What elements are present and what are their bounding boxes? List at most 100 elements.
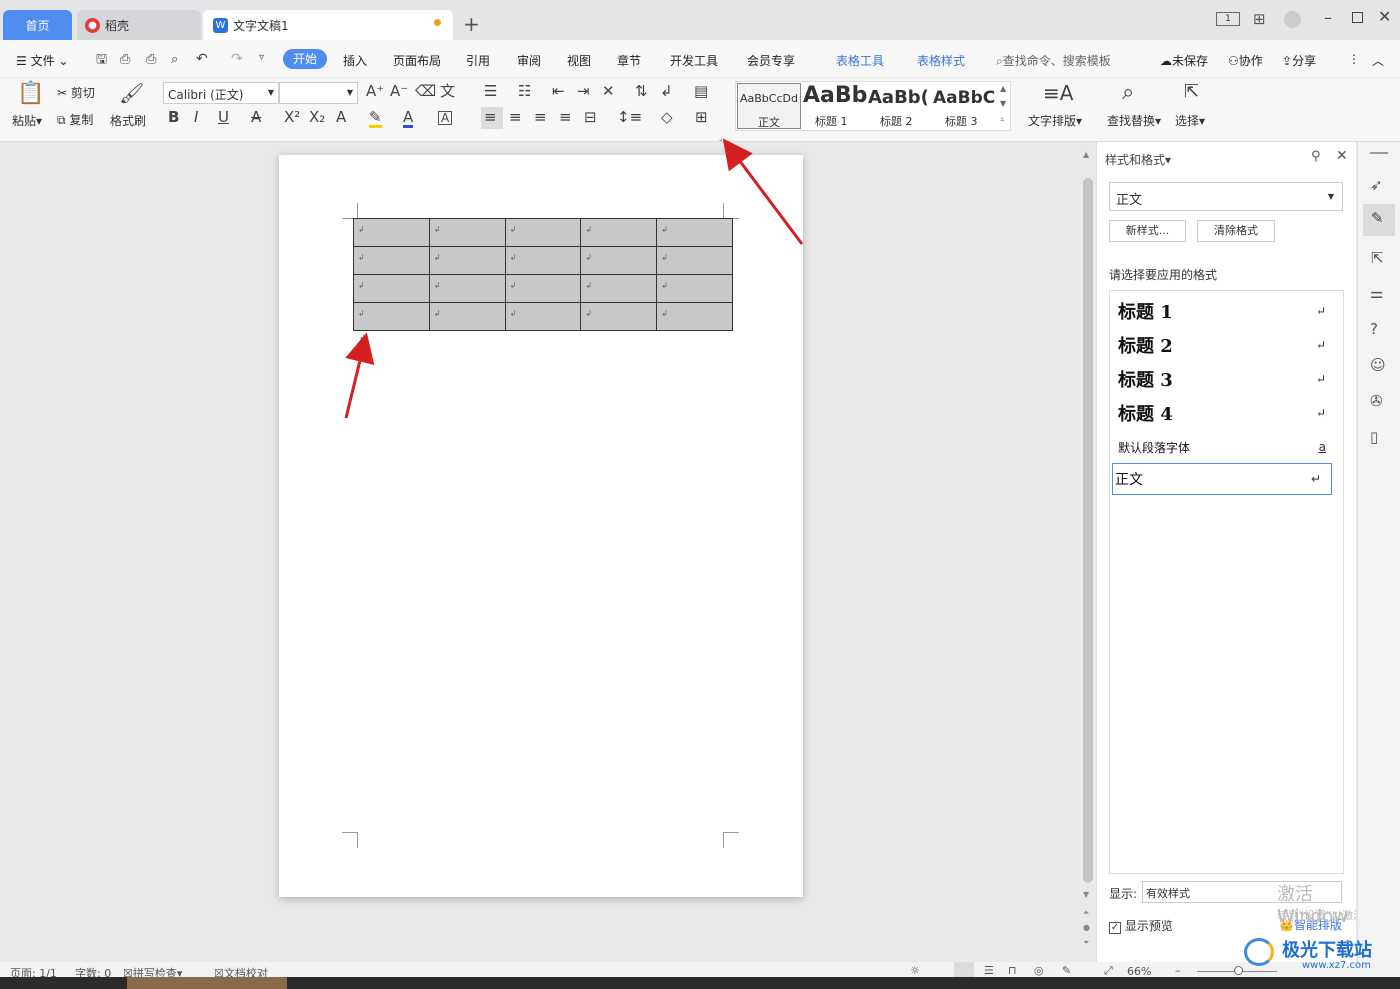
- decrease-font-icon[interactable]: A⁻: [390, 84, 408, 99]
- borders-icon[interactable]: ⊞: [695, 110, 708, 125]
- style-item-heading4[interactable]: 标题 4 ↵: [1116, 396, 1336, 430]
- document-table[interactable]: ↲ ↲ ↲ ↲ ↲ ↲ ↲ ↲ ↲ ↲ ↲ ↲ ↲ ↲ ↲ ↲ ↲ ↲ ↲ ↲: [353, 218, 733, 331]
- find-replace-button[interactable]: 查找替换▾: [1107, 112, 1161, 129]
- style-heading3-tile[interactable]: AaBbC 标题 3: [933, 83, 997, 129]
- format-painter-icon[interactable]: 🖌: [119, 83, 144, 103]
- tab-home[interactable]: 首页: [3, 10, 72, 40]
- menu-tab-view[interactable]: 视图: [567, 52, 591, 69]
- redo-icon[interactable]: ↷: [231, 52, 243, 66]
- preview-checkbox[interactable]: ✓ 显示预览: [1109, 917, 1173, 934]
- highlight-icon[interactable]: ✎: [369, 110, 382, 128]
- export-pdf-icon[interactable]: ⎙: [120, 53, 130, 66]
- customize-toolbar-icon[interactable]: ▿: [259, 53, 264, 63]
- menu-tab-member[interactable]: 会员专享: [747, 52, 795, 69]
- adjust-icon[interactable]: ⚌: [1370, 284, 1383, 302]
- font-name-select[interactable]: Calibri (正文) ▼: [163, 82, 279, 104]
- select-cursor-icon[interactable]: ⇱: [1184, 83, 1199, 101]
- bullet-list-icon[interactable]: ☰: [484, 84, 497, 99]
- tab-document[interactable]: W 文字文稿1: [203, 10, 453, 40]
- fit-page-icon[interactable]: ⤢: [1104, 964, 1113, 978]
- style-item-heading3[interactable]: 标题 3 ↵: [1116, 362, 1336, 396]
- menu-tab-table-tools[interactable]: 表格工具: [836, 52, 884, 69]
- font-color-icon[interactable]: A: [403, 110, 414, 128]
- unsaved-status-button[interactable]: ☁未保存: [1160, 52, 1208, 69]
- scrollbar-thumb[interactable]: [1083, 178, 1093, 883]
- underline-icon[interactable]: U: [218, 110, 229, 125]
- table-cell[interactable]: ↲: [656, 246, 733, 275]
- increase-font-icon[interactable]: A⁺: [366, 84, 384, 99]
- undo-icon[interactable]: ↶: [196, 52, 208, 66]
- find-replace-icon[interactable]: ⌕: [1122, 82, 1134, 104]
- phonetic-guide-icon[interactable]: 文: [440, 84, 455, 99]
- menu-tab-review[interactable]: 审阅: [517, 52, 541, 69]
- new-style-button[interactable]: 新样式...: [1109, 220, 1186, 242]
- command-search[interactable]: ⌕查找命令、搜索模板: [996, 52, 1111, 69]
- style-item-normal[interactable]: 正文 ↵: [1112, 463, 1332, 495]
- justify-icon[interactable]: ≡: [559, 110, 572, 125]
- bold-icon[interactable]: B: [168, 110, 179, 125]
- sort-icon[interactable]: ⇅: [635, 84, 648, 99]
- shading-icon[interactable]: ◇: [661, 110, 673, 125]
- menu-tab-insert[interactable]: 插入: [343, 52, 367, 69]
- decrease-indent-icon[interactable]: ⇤: [552, 84, 565, 99]
- table-cell[interactable]: ↲: [353, 246, 430, 275]
- clear-formatting-icon[interactable]: ⌫: [415, 84, 436, 99]
- align-center-icon[interactable]: ≡: [509, 110, 522, 125]
- table-cell[interactable]: ↲: [504, 218, 582, 247]
- menu-tab-references[interactable]: 引用: [466, 52, 490, 69]
- tab-daoke[interactable]: ● 稻壳: [77, 10, 201, 40]
- collapse-ribbon-icon[interactable]: ︿: [1372, 52, 1384, 69]
- zoom-slider-thumb[interactable]: [1234, 966, 1243, 975]
- menu-tab-page-layout[interactable]: 页面布局: [393, 52, 441, 69]
- line-spacing-icon[interactable]: ↕≡: [617, 110, 642, 125]
- close-panel-icon[interactable]: ✕: [1336, 148, 1348, 164]
- clear-format-button[interactable]: 清除格式: [1197, 220, 1275, 242]
- minimize-icon[interactable]: –: [1324, 8, 1332, 27]
- page-view-icon[interactable]: [954, 962, 974, 978]
- style-heading1-tile[interactable]: AaBb 标题 1: [803, 83, 867, 129]
- cut-button[interactable]: ✂ 剪切: [57, 84, 95, 101]
- table-cell[interactable]: ↲: [504, 302, 582, 331]
- rocket-icon[interactable]: ➶: [1370, 176, 1383, 194]
- scroll-up-icon[interactable]: ▲: [1083, 150, 1089, 159]
- table-cell[interactable]: ↲: [428, 246, 506, 275]
- panel-title[interactable]: 样式和格式▾: [1105, 151, 1171, 168]
- align-right-icon[interactable]: ≡: [534, 110, 547, 125]
- zoom-out-icon[interactable]: –: [1175, 964, 1181, 977]
- paste-icon[interactable]: 📋: [17, 83, 44, 105]
- select-button[interactable]: 选择▾: [1175, 112, 1205, 129]
- menu-tab-developer[interactable]: 开发工具: [670, 52, 718, 69]
- table-cell[interactable]: ↲: [353, 218, 430, 247]
- close-window-icon[interactable]: ✕: [1378, 7, 1391, 26]
- current-style-select[interactable]: 正文 ▼: [1109, 182, 1343, 211]
- robot-icon[interactable]: ☺: [1370, 356, 1386, 374]
- char-border-icon[interactable]: A: [438, 111, 453, 125]
- taskbar-app-window[interactable]: [127, 977, 287, 989]
- format-painter-button[interactable]: 格式刷: [110, 112, 146, 129]
- vertical-scrollbar[interactable]: ▲ ▼ ⏶ ● ⏷: [1081, 148, 1095, 956]
- eye-care-icon[interactable]: ☼: [910, 964, 920, 977]
- more-options-icon[interactable]: ⋮: [1348, 52, 1360, 66]
- pin-icon[interactable]: ⚲: [1311, 149, 1321, 164]
- copy-button[interactable]: ⧉ 复制: [57, 111, 93, 128]
- file-menu[interactable]: ☰ 文件 ⌄: [16, 52, 68, 69]
- align-left-button[interactable]: ≡: [481, 107, 503, 129]
- table-cell[interactable]: ↲: [428, 302, 506, 331]
- table-cell[interactable]: ↲: [353, 274, 430, 303]
- text-layout-button[interactable]: 文字排版▾: [1028, 112, 1082, 129]
- reading-view-icon[interactable]: ⊓: [1008, 964, 1017, 977]
- maximize-icon[interactable]: [1352, 12, 1363, 23]
- table-cell[interactable]: ↲: [428, 218, 506, 247]
- subscript-icon[interactable]: X₂: [309, 110, 325, 125]
- help-icon[interactable]: ?: [1370, 320, 1378, 338]
- table-cell[interactable]: ↲: [580, 302, 658, 331]
- print-preview-icon[interactable]: ⌕: [171, 53, 178, 66]
- strikethrough-icon[interactable]: A: [251, 110, 261, 125]
- menu-tab-chapter[interactable]: 章节: [617, 52, 641, 69]
- write-view-icon[interactable]: ✎: [1062, 964, 1071, 977]
- show-marks-icon[interactable]: ↲: [660, 84, 673, 99]
- select-browse-icon[interactable]: ●: [1083, 923, 1090, 932]
- table-cell[interactable]: ↲: [656, 302, 733, 331]
- table-cell[interactable]: ↲: [656, 274, 733, 303]
- numbered-list-icon[interactable]: ☷: [518, 84, 531, 99]
